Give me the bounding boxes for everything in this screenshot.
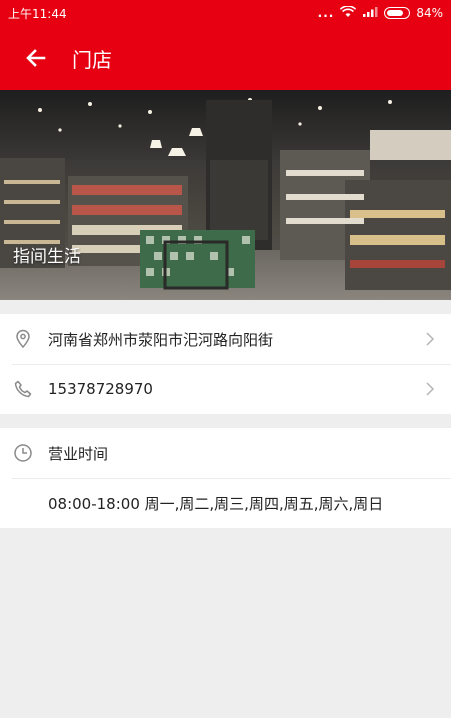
store-detail-screen: 上午11:44 ... 84% 门店 指间生活 河南省郑州市荥阳市汜河路向阳街 … — [0, 0, 451, 718]
phone-number: 15378728970 — [48, 380, 153, 398]
clock-icon — [12, 442, 34, 464]
address-text: 河南省郑州市荥阳市汜河路向阳街 — [48, 330, 274, 349]
signal-icon — [362, 6, 378, 21]
hours-card: 营业时间 08:00-18:00 周一,周二,周三,周四,周五,周六,周日 — [0, 428, 451, 528]
address-row[interactable]: 河南省郑州市荥阳市汜河路向阳街 — [0, 314, 451, 364]
arrow-left-icon — [26, 49, 46, 67]
chevron-right-icon — [421, 380, 439, 398]
status-indicators: ... 84% — [317, 4, 443, 21]
hours-label-row: 营业时间 — [0, 428, 451, 478]
section-gap — [0, 300, 451, 314]
battery-level-fill — [387, 10, 404, 16]
store-photo: 指间生活 — [0, 90, 451, 300]
wifi-icon — [340, 4, 357, 21]
page-title: 门店 — [72, 47, 112, 72]
notification-dots-icon: ... — [317, 6, 335, 20]
navigation-bar: 门店 — [0, 26, 451, 90]
supermarket-interior-photo — [0, 90, 451, 300]
phone-row[interactable]: 15378728970 — [0, 364, 451, 414]
status-bar: 上午11:44 ... 84% — [0, 0, 451, 26]
chevron-right-icon — [421, 330, 439, 348]
status-time: 上午11:44 — [8, 6, 67, 21]
hours-label: 营业时间 — [48, 444, 109, 463]
location-pin-icon — [12, 328, 34, 350]
hours-value: 08:00-18:00 周一,周二,周三,周四,周五,周六,周日 — [0, 478, 451, 528]
store-name: 指间生活 — [13, 247, 81, 267]
battery-icon — [384, 7, 411, 19]
back-button[interactable] — [0, 26, 72, 90]
contact-card: 河南省郑州市荥阳市汜河路向阳街 15378728970 — [0, 314, 451, 414]
battery-percent: 84% — [416, 6, 443, 20]
phone-icon — [12, 378, 34, 400]
section-gap — [0, 414, 451, 428]
